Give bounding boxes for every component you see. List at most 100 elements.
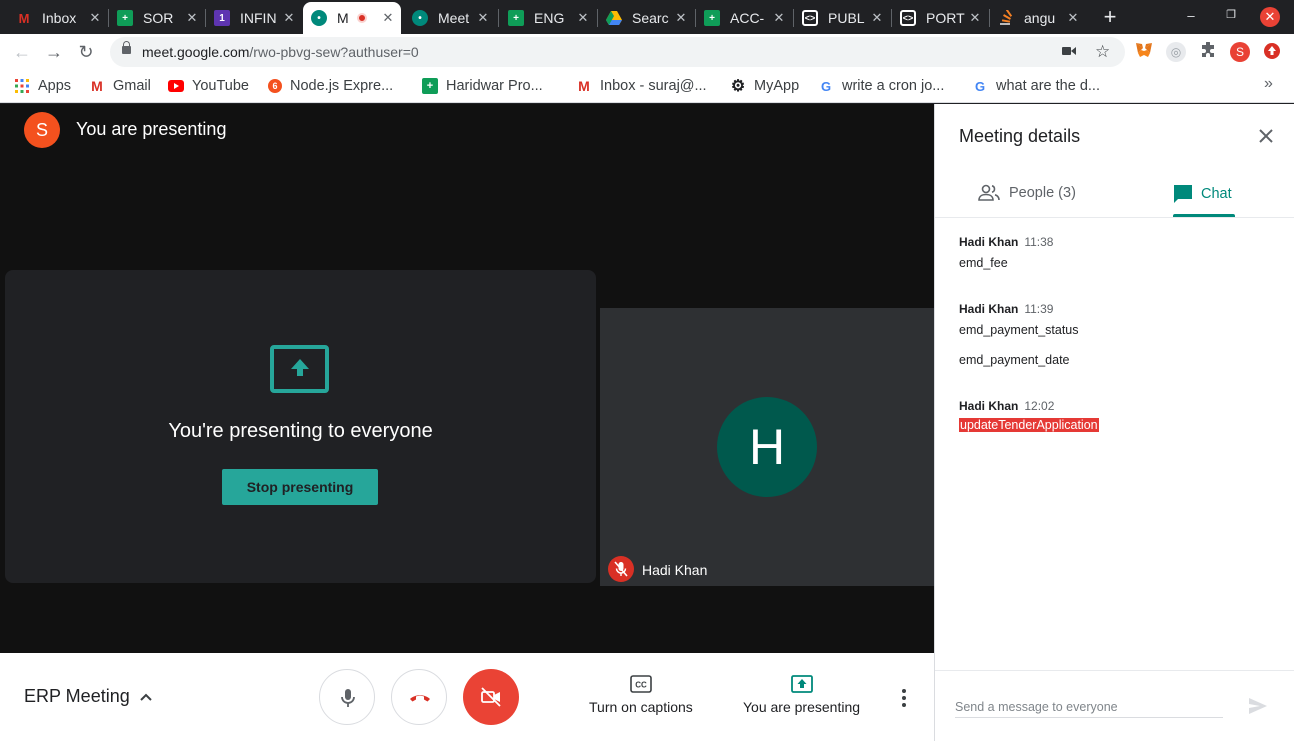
- browser-tab-eng[interactable]: + ENG ✕: [500, 2, 596, 34]
- close-tab-icon[interactable]: ✕: [576, 10, 590, 26]
- present-now-button[interactable]: You are presenting: [743, 675, 860, 715]
- meeting-title[interactable]: ERP Meeting: [24, 686, 130, 707]
- send-icon[interactable]: [1247, 696, 1269, 721]
- update-icon[interactable]: [1262, 42, 1282, 62]
- close-window-button[interactable]: ✕: [1260, 7, 1280, 27]
- message-sender: Hadi Khan: [959, 399, 1019, 413]
- meeting-stage: S You are presenting You're presenting t…: [0, 104, 934, 653]
- message-sender: Hadi Khan: [959, 302, 1019, 316]
- close-tab-icon[interactable]: ✕: [185, 10, 199, 26]
- leave-call-button[interactable]: [391, 669, 447, 725]
- minimize-window-icon[interactable]: –: [1181, 8, 1201, 23]
- chat-message-group: Hadi Khan 12:02 updateTenderApplication: [959, 399, 1099, 434]
- microphone-icon: [341, 689, 355, 707]
- mic-muted-icon: [608, 556, 634, 582]
- more-bookmarks-icon[interactable]: »: [1264, 75, 1273, 93]
- message-text-selected: updateTenderApplication: [959, 418, 1099, 432]
- captions-button[interactable]: CC Turn on captions: [589, 675, 693, 715]
- camera-in-use-icon[interactable]: [1062, 44, 1076, 61]
- browser-tab-infin[interactable]: 1 INFIN ✕: [206, 2, 302, 34]
- presenting-header: You are presenting: [76, 119, 227, 139]
- url-path: /rwo-pbvg-sew?authuser=0: [249, 44, 419, 60]
- close-tab-icon[interactable]: ✕: [772, 10, 786, 26]
- svg-text:CC: CC: [635, 681, 647, 690]
- stackoverflow-icon: [998, 10, 1014, 26]
- message-text: emd_fee: [959, 256, 1008, 270]
- presentation-tile: You're presenting to everyone Stop prese…: [5, 270, 596, 583]
- chevron-up-icon[interactable]: [138, 689, 154, 705]
- more-options-icon[interactable]: [896, 687, 912, 709]
- bookmark-what[interactable]: G what are the d...: [972, 76, 1100, 96]
- extension-icon[interactable]: ◎: [1166, 42, 1186, 62]
- restore-window-icon[interactable]: ❐: [1221, 8, 1241, 21]
- browser-tab-meet[interactable]: • Meet ✕: [404, 2, 496, 34]
- forward-button[interactable]: →: [42, 40, 66, 64]
- browser-tab-publ[interactable]: <> PUBL ✕: [794, 2, 890, 34]
- chat-message-group: Hadi Khan 11:39 emd_payment_status emd_pa…: [959, 302, 1079, 367]
- participant-tile: H Hadi Khan: [600, 308, 934, 586]
- chat-message-input[interactable]: Send a message to everyone: [955, 700, 1118, 714]
- tab-separator: [498, 9, 499, 27]
- browser-tab-meet-active[interactable]: • M ✕: [303, 2, 401, 34]
- close-tab-icon[interactable]: ✕: [1066, 10, 1080, 26]
- tab-people[interactable]: People (3): [977, 184, 1076, 202]
- reload-button[interactable]: ↻: [74, 40, 98, 64]
- new-tab-button[interactable]: +: [1100, 6, 1120, 28]
- camera-off-icon: [481, 687, 501, 707]
- metamask-extension-icon[interactable]: [1134, 42, 1154, 62]
- close-tab-icon[interactable]: ✕: [476, 10, 490, 26]
- back-button[interactable]: ←: [10, 40, 34, 64]
- close-tab-icon[interactable]: ✕: [88, 10, 102, 26]
- youtube-icon: [168, 78, 184, 94]
- meet-icon: •: [311, 10, 327, 26]
- gmail-icon: M: [91, 78, 103, 94]
- bookmark-myapp[interactable]: ⚙ MyApp: [730, 76, 799, 96]
- browser-tab-inbox[interactable]: M Inbox ✕: [8, 2, 108, 34]
- close-tab-icon[interactable]: ✕: [282, 10, 296, 26]
- camera-off-button[interactable]: [463, 669, 519, 725]
- lock-icon[interactable]: [122, 41, 131, 54]
- gmail-icon: M: [578, 78, 590, 94]
- tab-chat[interactable]: Chat: [1173, 184, 1232, 204]
- extensions-puzzle-icon[interactable]: [1198, 41, 1218, 62]
- browser-tab-port[interactable]: <> PORT ✕: [892, 2, 988, 34]
- browser-tab-search[interactable]: Searc ✕: [598, 2, 694, 34]
- apps-grid-icon: [14, 78, 30, 94]
- sheets-icon: +: [422, 78, 438, 94]
- bookmark-haridwar[interactable]: + Haridwar Pro...: [422, 76, 543, 96]
- panel-title: Meeting details: [959, 126, 1081, 146]
- code-icon: <>: [900, 10, 916, 26]
- bookmarks-bar: Apps M Gmail YouTube 6 Node.js Expre... …: [0, 70, 1294, 103]
- bookmark-star-icon[interactable]: ☆: [1095, 42, 1110, 62]
- browser-tab-strip: M Inbox ✕ + SOR ✕ 1 INFIN ✕ • M ✕ • Meet…: [0, 0, 1294, 34]
- address-bar[interactable]: meet.google.com/rwo-pbvg-sew?authuser=0 …: [110, 37, 1125, 67]
- tab-divider: [935, 217, 1294, 218]
- message-text: emd_payment_status: [959, 323, 1079, 337]
- meeting-details-panel: Meeting details People (3) Chat Hadi Kha…: [934, 104, 1294, 741]
- browser-tab-acc[interactable]: + ACC- ✕: [696, 2, 792, 34]
- gear-icon: ⚙: [730, 78, 746, 95]
- sheets-icon: +: [704, 10, 720, 26]
- bookmark-cron[interactable]: G write a cron jo...: [818, 76, 944, 96]
- close-tab-icon[interactable]: ✕: [968, 10, 982, 26]
- close-icon[interactable]: [1257, 127, 1275, 145]
- bookmark-nodejs[interactable]: 6 Node.js Expre...: [268, 76, 393, 96]
- close-tab-icon[interactable]: ✕: [870, 10, 884, 26]
- google-icon: G: [974, 78, 986, 94]
- close-tab-icon[interactable]: ✕: [674, 10, 688, 26]
- message-time: 11:38: [1024, 235, 1054, 249]
- profile-avatar[interactable]: S: [1230, 42, 1250, 62]
- bookmark-youtube[interactable]: YouTube: [168, 76, 249, 96]
- url-host: meet.google.com: [142, 44, 250, 60]
- message-text: emd_payment_date: [959, 353, 1070, 367]
- microphone-button[interactable]: [319, 669, 375, 725]
- people-icon: [978, 184, 1000, 201]
- browser-tab-angu[interactable]: angu ✕: [990, 2, 1086, 34]
- bookmark-inbox[interactable]: M Inbox - suraj@...: [576, 76, 706, 96]
- message-header: Hadi Khan 11:38: [959, 235, 1053, 249]
- bookmark-apps[interactable]: Apps: [14, 76, 71, 96]
- browser-tab-sor[interactable]: + SOR ✕: [109, 2, 205, 34]
- bookmark-gmail[interactable]: M Gmail: [89, 76, 151, 96]
- close-tab-icon[interactable]: ✕: [381, 10, 395, 26]
- stop-presenting-button[interactable]: Stop presenting: [222, 469, 378, 505]
